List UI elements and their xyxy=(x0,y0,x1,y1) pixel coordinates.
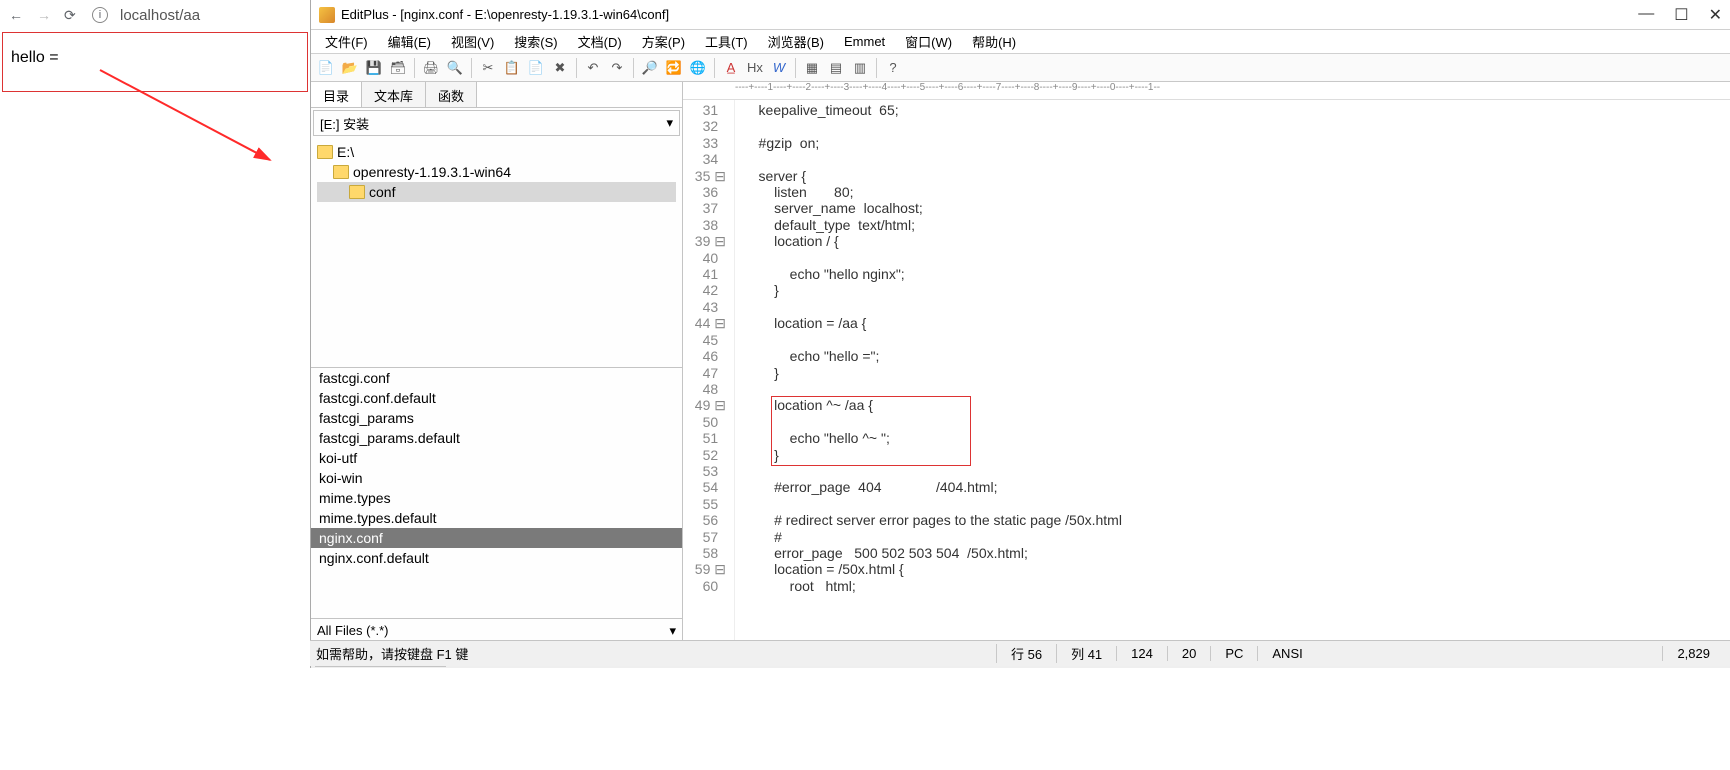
code-area: ----+----1----+----2----+----3----+----4… xyxy=(683,82,1730,642)
menu-item[interactable]: 窗口(W) xyxy=(897,30,960,53)
window-title: EditPlus - [nginx.conf - E:\openresty-1.… xyxy=(341,7,669,22)
file-item[interactable]: mime.types xyxy=(311,488,682,508)
app-icon xyxy=(319,7,335,23)
delete-icon[interactable]: ✖ xyxy=(549,57,571,79)
tool1-icon[interactable]: ▦ xyxy=(801,57,823,79)
tree-item[interactable]: openresty-1.19.3.1-win64 xyxy=(317,162,676,182)
minimize-button[interactable]: — xyxy=(1638,5,1654,25)
address-bar[interactable]: localhost/aa xyxy=(120,7,200,24)
tree-item[interactable]: conf xyxy=(317,182,676,202)
main-toolbar: 📄 📂 💾 🗃 🖨 🔍 ✂ 📋 📄 ✖ ↶ ↷ 🔎 🔁 🌐 A̲ Hx W ▦ … xyxy=(311,54,1730,82)
redo-icon[interactable]: ↷ xyxy=(606,57,628,79)
file-item[interactable]: koi-win xyxy=(311,468,682,488)
save-icon[interactable]: 💾 xyxy=(363,57,385,79)
menu-item[interactable]: 视图(V) xyxy=(443,30,502,53)
file-item[interactable]: fastcgi_params.default xyxy=(311,428,682,448)
undo-icon[interactable]: ↶ xyxy=(582,57,604,79)
font-a-icon[interactable]: A̲ xyxy=(720,57,742,79)
folder-tree: E:\openresty-1.19.3.1-win64conf xyxy=(311,138,682,368)
menu-item[interactable]: 浏览器(B) xyxy=(760,30,832,53)
title-bar: EditPlus - [nginx.conf - E:\openresty-1.… xyxy=(311,0,1730,30)
page-content: hello = xyxy=(2,32,308,92)
menu-item[interactable]: 编辑(E) xyxy=(380,30,439,53)
code-highlight-box xyxy=(771,396,971,466)
sidebar-tab[interactable]: 目录 xyxy=(311,82,362,107)
status-size: 2,829 xyxy=(1662,646,1724,661)
status-bar: 如需帮助，请按键盘 F1 键 行 56 列 41 124 20 PC ANSI … xyxy=(310,640,1730,666)
folder-icon xyxy=(317,145,333,159)
drive-selector[interactable]: [E:] 安装▾ xyxy=(313,110,680,136)
tool3-icon[interactable]: ▥ xyxy=(849,57,871,79)
status-encoding: ANSI xyxy=(1257,646,1316,661)
sidebar: 目录文本库函数 [E:] 安装▾ E:\openresty-1.19.3.1-w… xyxy=(311,82,683,642)
replace-icon[interactable]: 🔁 xyxy=(663,57,685,79)
sidebar-tabs: 目录文本库函数 xyxy=(311,82,682,108)
file-list: fastcgi.conffastcgi.conf.defaultfastcgi_… xyxy=(311,368,682,618)
saveall-icon[interactable]: 🗃 xyxy=(387,57,409,79)
file-item[interactable]: nginx.conf.default xyxy=(311,548,682,568)
ruler: ----+----1----+----2----+----3----+----4… xyxy=(683,82,1730,100)
file-item[interactable]: fastcgi.conf.default xyxy=(311,388,682,408)
folder-icon xyxy=(349,185,365,199)
file-filter[interactable]: All Files (*.*)▾ xyxy=(311,618,682,642)
sidebar-tab[interactable]: 函数 xyxy=(426,82,477,107)
menu-item[interactable]: 工具(T) xyxy=(697,30,756,53)
status-v2: 20 xyxy=(1167,646,1210,661)
editplus-window: EditPlus - [nginx.conf - E:\openresty-1.… xyxy=(310,0,1730,668)
file-item[interactable]: koi-utf xyxy=(311,448,682,468)
preview-icon[interactable]: 🔍 xyxy=(444,57,466,79)
menu-item[interactable]: 搜索(S) xyxy=(506,30,565,53)
sidebar-tab[interactable]: 文本库 xyxy=(362,82,426,107)
print-icon[interactable]: 🖨 xyxy=(420,57,442,79)
chevron-down-icon: ▾ xyxy=(666,115,673,131)
browser-window: ← → ⟳ i localhost/aa hello = xyxy=(0,0,310,100)
browser-icon[interactable]: 🌐 xyxy=(687,57,709,79)
chevron-down-icon: ▾ xyxy=(669,623,676,639)
maximize-button[interactable]: ☐ xyxy=(1674,5,1688,25)
site-info-icon[interactable]: i xyxy=(92,7,108,23)
find-icon[interactable]: 🔎 xyxy=(639,57,661,79)
menu-item[interactable]: 文件(F) xyxy=(317,30,376,53)
menu-item[interactable]: 方案(P) xyxy=(634,30,693,53)
status-v1: 124 xyxy=(1116,646,1167,661)
status-help: 如需帮助，请按键盘 F1 键 xyxy=(316,644,996,663)
browser-toolbar: ← → ⟳ i localhost/aa xyxy=(0,0,310,30)
open-icon[interactable]: 📂 xyxy=(339,57,361,79)
paste-icon[interactable]: 📄 xyxy=(525,57,547,79)
tool2-icon[interactable]: ▤ xyxy=(825,57,847,79)
menu-bar: 文件(F)编辑(E)视图(V)搜索(S)文档(D)方案(P)工具(T)浏览器(B… xyxy=(311,30,1730,54)
word-wrap-icon[interactable]: W xyxy=(768,57,790,79)
status-col: 列 41 xyxy=(1056,644,1116,663)
menu-item[interactable]: 帮助(H) xyxy=(964,30,1024,53)
folder-icon xyxy=(333,165,349,179)
cut-icon[interactable]: ✂ xyxy=(477,57,499,79)
reload-button[interactable]: ⟳ xyxy=(64,7,80,24)
close-button[interactable]: ✕ xyxy=(1709,5,1722,25)
file-item[interactable]: fastcgi.conf xyxy=(311,368,682,388)
status-line: 行 56 xyxy=(996,644,1056,663)
forward-button[interactable]: → xyxy=(36,7,52,23)
new-icon[interactable]: 📄 xyxy=(315,57,337,79)
help-icon[interactable]: ? xyxy=(882,57,904,79)
copy-icon[interactable]: 📋 xyxy=(501,57,523,79)
file-item[interactable]: fastcgi_params xyxy=(311,408,682,428)
hex-icon[interactable]: Hx xyxy=(744,57,766,79)
status-mode: PC xyxy=(1210,646,1257,661)
back-button[interactable]: ← xyxy=(8,7,24,23)
code-editor[interactable]: 31 32 33 34 35 ⊟ 36 37 38 39 ⊟ 40 41 42 … xyxy=(683,100,1730,642)
menu-item[interactable]: 文档(D) xyxy=(570,30,630,53)
menu-item[interactable]: Emmet xyxy=(836,32,893,51)
file-item[interactable]: mime.types.default xyxy=(311,508,682,528)
tree-item[interactable]: E:\ xyxy=(317,142,676,162)
file-item[interactable]: nginx.conf xyxy=(311,528,682,548)
